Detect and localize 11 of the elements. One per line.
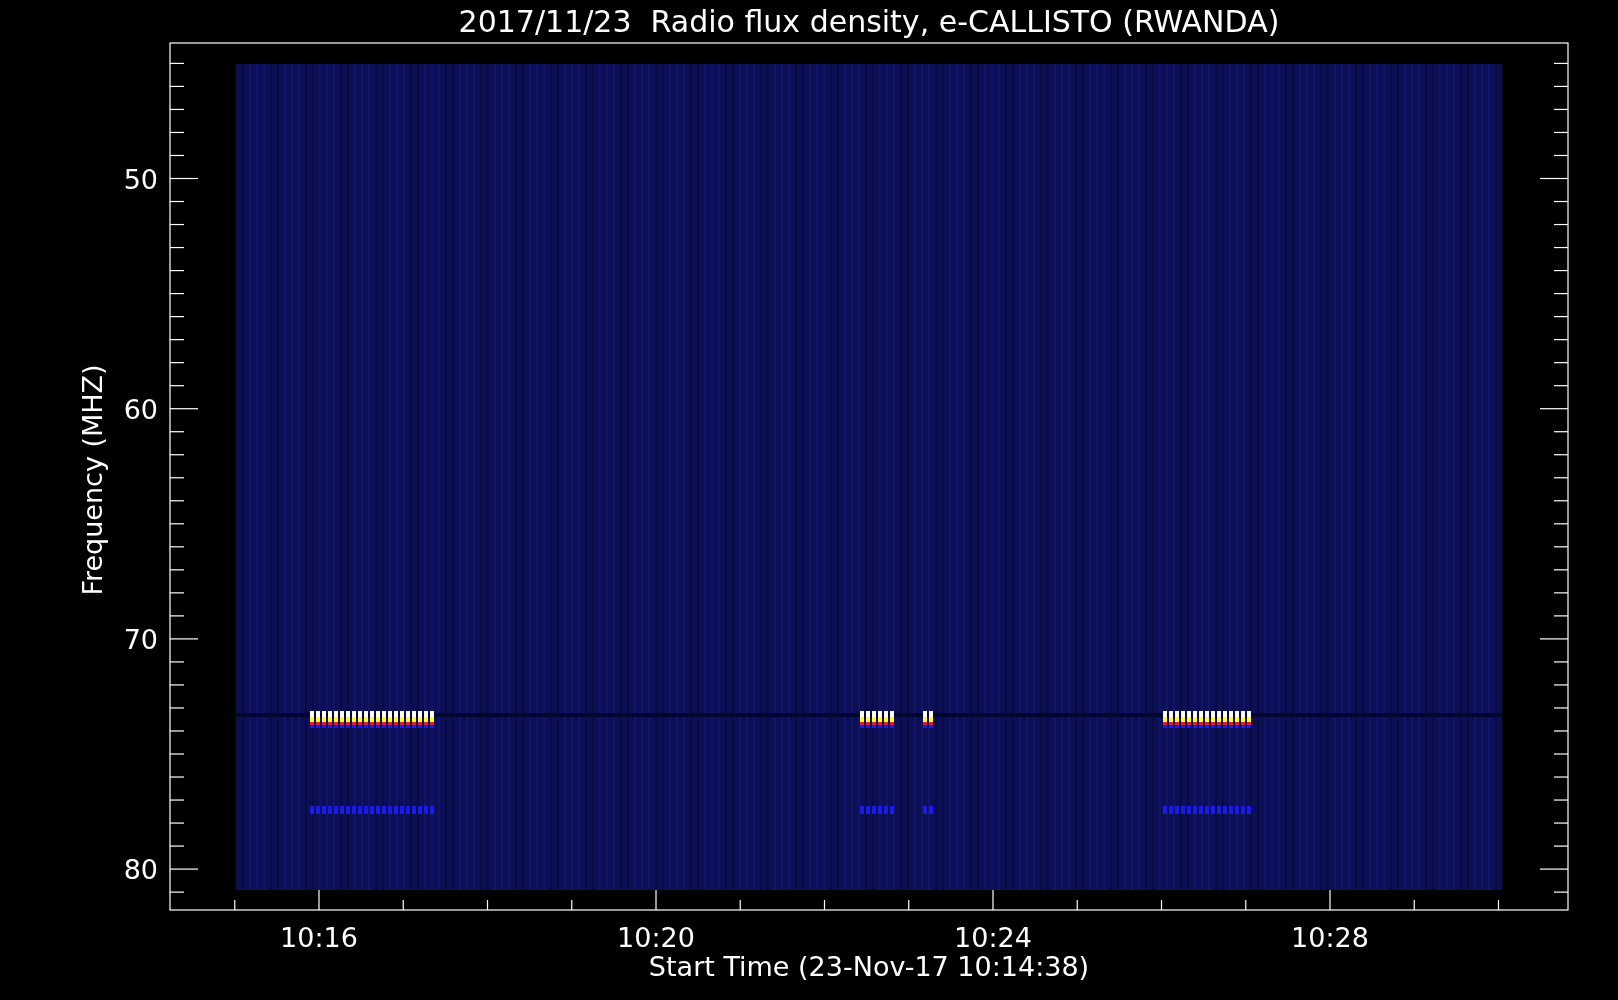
x-tick-label: 10:16 <box>280 922 358 953</box>
chart-title: 2017/11/23 Radio flux density, e-CALLISTO (RWANDA) <box>458 4 1280 39</box>
y-axis-title: Frequency (MHZ) <box>77 364 108 596</box>
y-tick-label: 60 <box>123 393 158 425</box>
y-tick-label: 70 <box>123 623 158 655</box>
x-tick-label: 10:20 <box>617 922 695 953</box>
x-tick-label: 10:28 <box>1291 922 1369 953</box>
x-tick-label: 10:24 <box>954 922 1032 953</box>
x-axis-title: Start Time (23-Nov-17 10:14:38) <box>648 951 1090 982</box>
y-tick-label: 80 <box>123 854 158 886</box>
y-tick-label: 50 <box>123 163 158 195</box>
